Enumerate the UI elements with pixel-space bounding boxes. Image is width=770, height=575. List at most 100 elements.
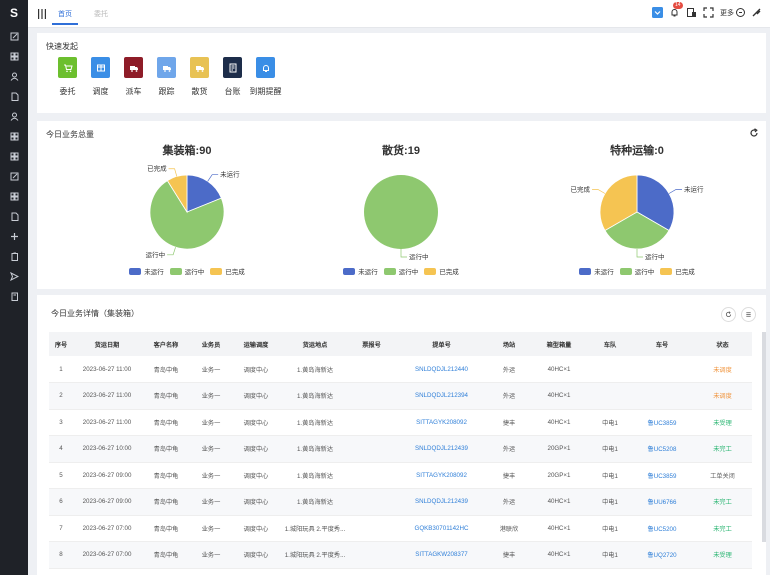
table-cell: 调度中心: [231, 356, 281, 383]
table-row[interactable]: 3 2023-06-27 11:00 青岛中龟 业务一 调度中心 1.黄岛海新达 SITTA…: [49, 409, 752, 436]
table-row[interactable]: 8 2023-06-27 07:00 青岛中龟 业务一 调度中心 1.城阳玩具 2.平度秀…: [49, 541, 752, 569]
table-cell[interactable]: 鲁UC3859: [631, 409, 693, 436]
table-scrollbar[interactable]: [762, 332, 766, 542]
menu-icon[interactable]: [38, 9, 46, 19]
table-cell: 业务一: [191, 435, 231, 463]
column-header[interactable]: 箱型箱量: [529, 332, 589, 356]
table-row[interactable]: 7 2023-06-27 07:00 青岛中龟 业务一 调度中心 1.城阳玩具 2.平度秀…: [49, 515, 752, 542]
notification-bell-icon[interactable]: 14: [669, 2, 683, 18]
table-cell[interactable]: GQKB30701142HC: [394, 515, 489, 542]
table-cell[interactable]: SNLDQDJL212439: [394, 435, 489, 463]
edit-icon[interactable]: [0, 26, 28, 46]
column-header[interactable]: 货运地点: [281, 332, 349, 356]
user-icon[interactable]: [0, 66, 28, 86]
more-menu[interactable]: 更多: [720, 8, 745, 18]
box-icon: [91, 57, 110, 78]
pie-slice[interactable]: [364, 175, 438, 249]
plus-icon[interactable]: [0, 226, 28, 246]
column-header[interactable]: 货运日期: [73, 332, 141, 356]
legend-item[interactable]: 运行中: [169, 266, 204, 276]
table-cell[interactable]: 未完工: [693, 435, 752, 463]
column-header[interactable]: 场站: [489, 332, 529, 356]
table-cell[interactable]: SITTAGYK208092: [394, 462, 489, 489]
dropdown-icon[interactable]: [652, 7, 663, 18]
table-cell: 青岛中龟: [141, 409, 191, 436]
legend-item[interactable]: 未运行: [343, 266, 378, 276]
table-cell[interactable]: SITTAGYK208092: [394, 409, 489, 436]
legend-item[interactable]: 运行中: [383, 266, 418, 276]
table-cell[interactable]: 鲁UC5208: [631, 435, 693, 463]
table-cell[interactable]: [631, 356, 693, 383]
column-header[interactable]: 状态: [693, 332, 752, 356]
table-cell[interactable]: 未调度: [693, 356, 752, 383]
column-header[interactable]: 业务员: [191, 332, 231, 356]
column-header[interactable]: 客户名称: [141, 332, 191, 356]
document-icon[interactable]: [0, 206, 28, 226]
table-settings-button[interactable]: [741, 307, 756, 322]
grid-icon[interactable]: [0, 126, 28, 146]
table-cell[interactable]: 鲁UU6766: [631, 488, 693, 516]
table-cell[interactable]: 工单关闭: [693, 462, 752, 489]
legend-item[interactable]: 未运行: [579, 266, 614, 276]
column-header[interactable]: 提单号: [394, 332, 489, 356]
table-cell[interactable]: 未完工: [693, 488, 752, 516]
quick-item-4[interactable]: 散货: [183, 57, 216, 97]
detail-table: 序号 货运日期 客户名称 业务员 运输调度 货运地点 票报号 提单号 场站 箱型箱量 车队 车号 状态 …: [49, 332, 752, 569]
edit-icon[interactable]: [0, 166, 28, 186]
column-header[interactable]: 车队: [589, 332, 631, 356]
user-icon[interactable]: [0, 106, 28, 126]
tab-home[interactable]: 首页: [52, 9, 78, 25]
truck-icon: [157, 57, 176, 78]
book-icon[interactable]: [0, 286, 28, 306]
brush-icon[interactable]: [751, 7, 762, 18]
grid-icon[interactable]: [0, 186, 28, 206]
clipboard-icon[interactable]: [0, 246, 28, 266]
table-refresh-button[interactable]: [721, 307, 736, 322]
table-cell[interactable]: 鲁UC5200: [631, 515, 693, 542]
legend-item[interactable]: 已完成: [660, 266, 695, 276]
column-header[interactable]: 序号: [49, 332, 73, 356]
table-cell[interactable]: SNLDQDJL212440: [394, 356, 489, 383]
send-icon[interactable]: [0, 266, 28, 286]
refresh-icon[interactable]: [749, 128, 759, 138]
legend-item[interactable]: 已完成: [210, 266, 245, 276]
grid-icon[interactable]: [0, 146, 28, 166]
legend-item[interactable]: 已完成: [424, 266, 459, 276]
document-icon[interactable]: [0, 86, 28, 106]
legend-swatch: [210, 267, 223, 275]
quick-item-2[interactable]: 派车: [117, 57, 150, 97]
table-cell[interactable]: 鲁UQ2720: [631, 541, 693, 569]
table-cell[interactable]: 未完工: [693, 515, 752, 542]
legend-item[interactable]: 未运行: [129, 266, 164, 276]
column-header[interactable]: 车号: [631, 332, 693, 356]
column-header[interactable]: 运输调度: [231, 332, 281, 356]
table-cell[interactable]: [631, 382, 693, 410]
table-cell[interactable]: 未受理: [693, 541, 752, 569]
table-cell[interactable]: 未调度: [693, 382, 752, 410]
quick-item-3[interactable]: 跟踪: [150, 57, 183, 97]
table-cell[interactable]: 未受理: [693, 409, 752, 436]
table-cell[interactable]: SITTAGKW208377: [394, 541, 489, 569]
table-cell: [349, 382, 394, 410]
quick-item-5[interactable]: 台账: [216, 57, 249, 97]
fullscreen-icon[interactable]: [703, 7, 714, 18]
table-cell[interactable]: 鲁UC3859: [631, 462, 693, 489]
message-icon[interactable]: [686, 7, 697, 18]
table-row[interactable]: 2 2023-06-27 11:00 青岛中龟 业务一 调度中心 1.黄岛海新达 SNLDQ…: [49, 382, 752, 410]
table-row[interactable]: 6 2023-06-27 09:00 青岛中龟 业务一 调度中心 1.黄岛海新达 SNLDQ…: [49, 488, 752, 516]
more-circle-icon: [736, 8, 745, 17]
table-row[interactable]: 4 2023-06-27 10:00 青岛中龟 业务一 调度中心 1.黄岛海新达 SNLDQ…: [49, 435, 752, 463]
table-row[interactable]: 5 2023-06-27 09:00 青岛中龟 业务一 调度中心 1.黄岛海新达 SITTA…: [49, 462, 752, 489]
table-row[interactable]: 1 2023-06-27 11:00 青岛中龟 业务一 调度中心 1.黄岛海新达 SNLDQ…: [49, 356, 752, 383]
legend-item[interactable]: 运行中: [619, 266, 654, 276]
table-cell: [589, 382, 631, 410]
quick-item-1[interactable]: 调度: [84, 57, 117, 97]
table-cell[interactable]: SNLDQDJL212439: [394, 488, 489, 516]
tab-entrust[interactable]: 委托: [94, 9, 108, 19]
table-cell[interactable]: SNLDQDJL212394: [394, 382, 489, 410]
quick-item-6[interactable]: 到期提醒: [249, 57, 282, 97]
grid-icon[interactable]: [0, 46, 28, 66]
column-header[interactable]: 票报号: [349, 332, 394, 356]
app-logo[interactable]: S: [0, 0, 28, 26]
quick-item-0[interactable]: 委托: [51, 57, 84, 97]
